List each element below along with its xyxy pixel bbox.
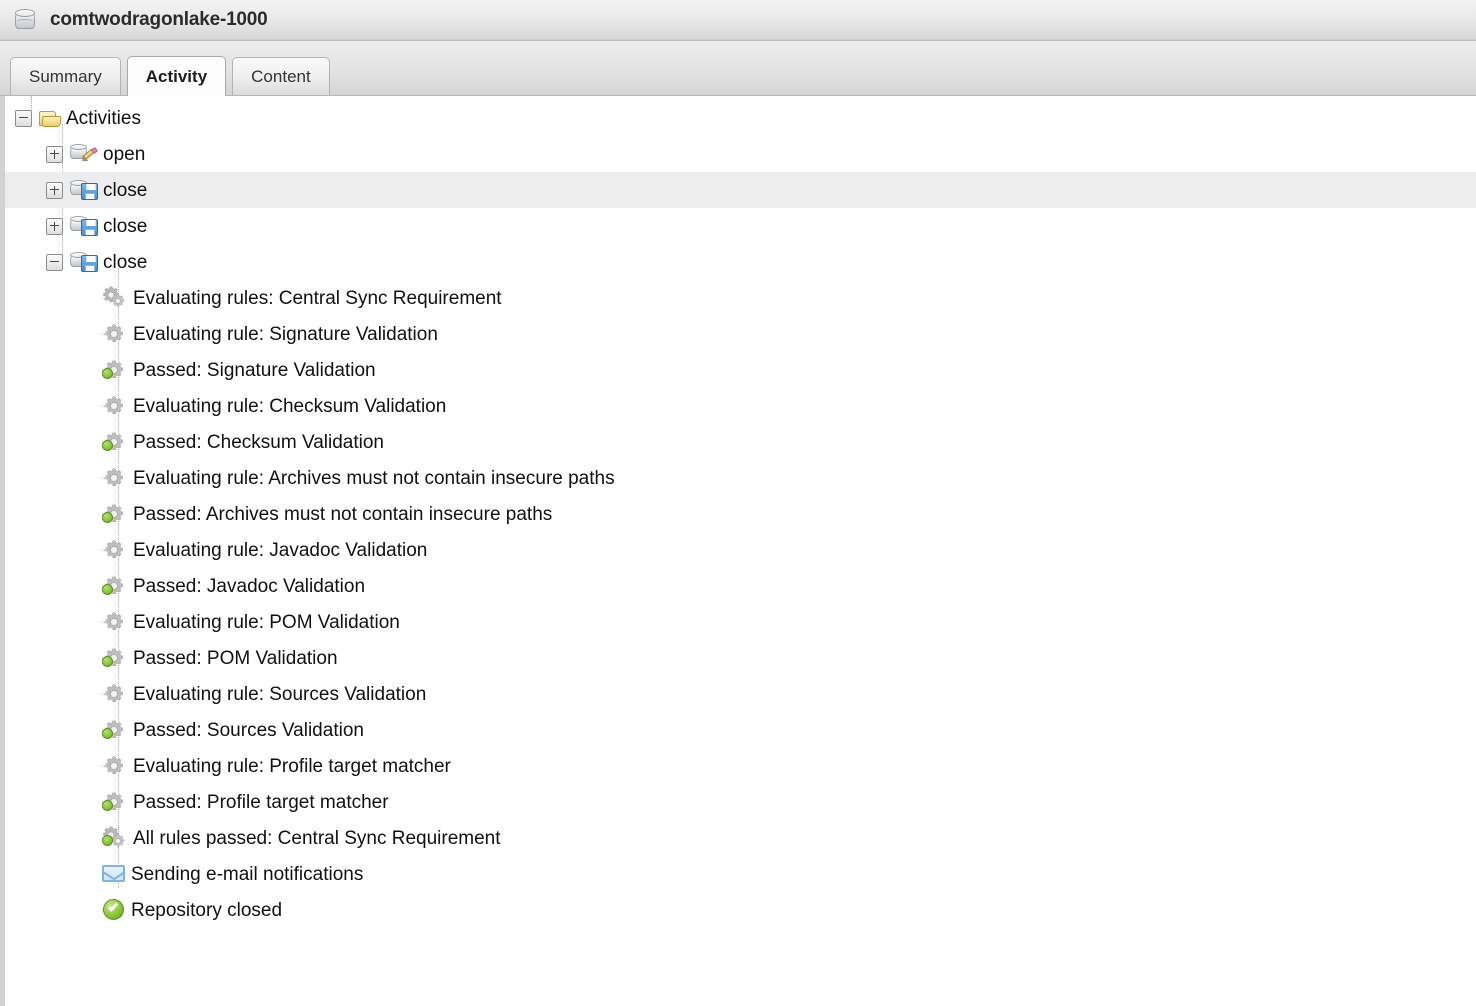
- gear-pass-icon: [102, 790, 128, 814]
- gear-icon: [102, 682, 128, 706]
- tree-node-label: Activities: [66, 107, 141, 129]
- activity-item-label: Evaluating rule: POM Validation: [133, 611, 400, 633]
- check-circle-icon: [102, 898, 126, 922]
- activity-item-label: All rules passed: Central Sync Requireme…: [133, 827, 501, 849]
- expander-minus-icon[interactable]: [46, 253, 63, 271]
- activity-item[interactable]: Passed: Sources Validation: [5, 712, 1476, 748]
- activity-item[interactable]: Repository closed: [5, 892, 1476, 928]
- window-titlebar: comtwodragonlake-1000: [0, 0, 1476, 41]
- activity-item[interactable]: Evaluating rule: Profile target matcher: [5, 748, 1476, 784]
- activity-item[interactable]: Sending e-mail notifications: [5, 856, 1476, 892]
- activity-item-label: Evaluating rule: Profile target matcher: [133, 755, 451, 777]
- gear-pass-icon: [102, 718, 128, 742]
- tree-node-close-3[interactable]: close: [5, 244, 1476, 280]
- double-gear-pass-icon: [102, 826, 128, 850]
- activity-item-label: Passed: Javadoc Validation: [133, 575, 366, 597]
- tree-node-close-1[interactable]: close: [5, 172, 1476, 208]
- page-title: comtwodragonlake-1000: [50, 9, 268, 30]
- gear-pass-icon: [102, 574, 128, 598]
- tab-activity[interactable]: Activity: [126, 56, 227, 96]
- activity-item-label: Sending e-mail notifications: [131, 863, 364, 885]
- tab-content[interactable]: Content: [232, 57, 330, 95]
- gear-pass-icon: [102, 646, 128, 670]
- activity-item-label: Passed: Archives must not contain insecu…: [133, 503, 553, 525]
- activity-item[interactable]: Evaluating rule: Sources Validation: [5, 676, 1476, 712]
- expander-plus-icon[interactable]: [46, 181, 63, 199]
- activity-item-label: Passed: Profile target matcher: [133, 791, 389, 813]
- envelope-icon: [102, 864, 126, 884]
- expander-plus-icon[interactable]: [46, 217, 63, 235]
- gear-icon: [102, 394, 128, 418]
- gear-icon: [102, 466, 128, 490]
- activity-item-label: Passed: Sources Validation: [133, 719, 364, 741]
- activity-item[interactable]: Evaluating rule: Javadoc Validation: [5, 532, 1476, 568]
- tree-node-activities[interactable]: Activities: [5, 100, 1476, 136]
- gear-pass-icon: [102, 358, 128, 382]
- activity-item[interactable]: Passed: POM Validation: [5, 640, 1476, 676]
- activity-item-label: Repository closed: [131, 899, 283, 921]
- repository-save-icon: [70, 251, 98, 273]
- activity-item-label: Evaluating rule: Archives must not conta…: [133, 467, 615, 489]
- activity-item-label: Evaluating rules: Central Sync Requireme…: [133, 287, 502, 309]
- database-icon: [14, 8, 36, 32]
- activity-panel: Activities open close close close Evalua…: [0, 96, 1476, 1006]
- expander-plus-icon[interactable]: [46, 145, 63, 163]
- activity-item[interactable]: Evaluating rules: Central Sync Requireme…: [5, 280, 1476, 316]
- activity-item-label: Passed: POM Validation: [133, 647, 338, 669]
- activity-item[interactable]: Passed: Signature Validation: [5, 352, 1476, 388]
- tree-node-label: close: [103, 251, 148, 273]
- tree-node-close-2[interactable]: close: [5, 208, 1476, 244]
- activity-item[interactable]: Passed: Archives must not contain insecu…: [5, 496, 1476, 532]
- gear-pass-icon: [102, 502, 128, 526]
- repository-edit-icon: [70, 143, 99, 165]
- activity-item[interactable]: Passed: Profile target matcher: [5, 784, 1476, 820]
- folder-open-icon: [39, 109, 62, 128]
- activity-item-label: Evaluating rule: Signature Validation: [133, 323, 438, 345]
- activity-item[interactable]: Passed: Javadoc Validation: [5, 568, 1476, 604]
- tab-summary[interactable]: Summary: [10, 57, 121, 95]
- tree-node-label: close: [103, 215, 148, 237]
- tab-bar: Summary Activity Content: [0, 41, 1476, 96]
- activity-item[interactable]: All rules passed: Central Sync Requireme…: [5, 820, 1476, 856]
- tree-node-label: close: [103, 179, 148, 201]
- repository-save-icon: [70, 179, 98, 201]
- tree-node-open[interactable]: open: [5, 136, 1476, 172]
- gear-icon: [102, 754, 128, 778]
- activity-item[interactable]: Passed: Checksum Validation: [5, 424, 1476, 460]
- activity-item-label: Evaluating rule: Sources Validation: [133, 683, 427, 705]
- gear-icon: [102, 322, 128, 346]
- activity-item[interactable]: Evaluating rule: POM Validation: [5, 604, 1476, 640]
- activity-item[interactable]: Evaluating rule: Signature Validation: [5, 316, 1476, 352]
- activity-item-label: Evaluating rule: Javadoc Validation: [133, 539, 428, 561]
- gear-icon: [102, 610, 128, 634]
- activity-item-label: Passed: Checksum Validation: [133, 431, 384, 453]
- tree-node-label: open: [103, 143, 146, 165]
- double-gear-icon: [102, 286, 128, 310]
- activity-item[interactable]: Evaluating rule: Checksum Validation: [5, 388, 1476, 424]
- repository-save-icon: [70, 215, 98, 237]
- activity-item-label: Evaluating rule: Checksum Validation: [133, 395, 447, 417]
- activity-item[interactable]: Evaluating rule: Archives must not conta…: [5, 460, 1476, 496]
- gear-icon: [102, 538, 128, 562]
- activity-item-label: Passed: Signature Validation: [133, 359, 376, 381]
- activity-tree: Activities open close close close Evalua…: [5, 96, 1476, 928]
- gear-pass-icon: [102, 430, 128, 454]
- expander-minus-icon[interactable]: [15, 109, 32, 127]
